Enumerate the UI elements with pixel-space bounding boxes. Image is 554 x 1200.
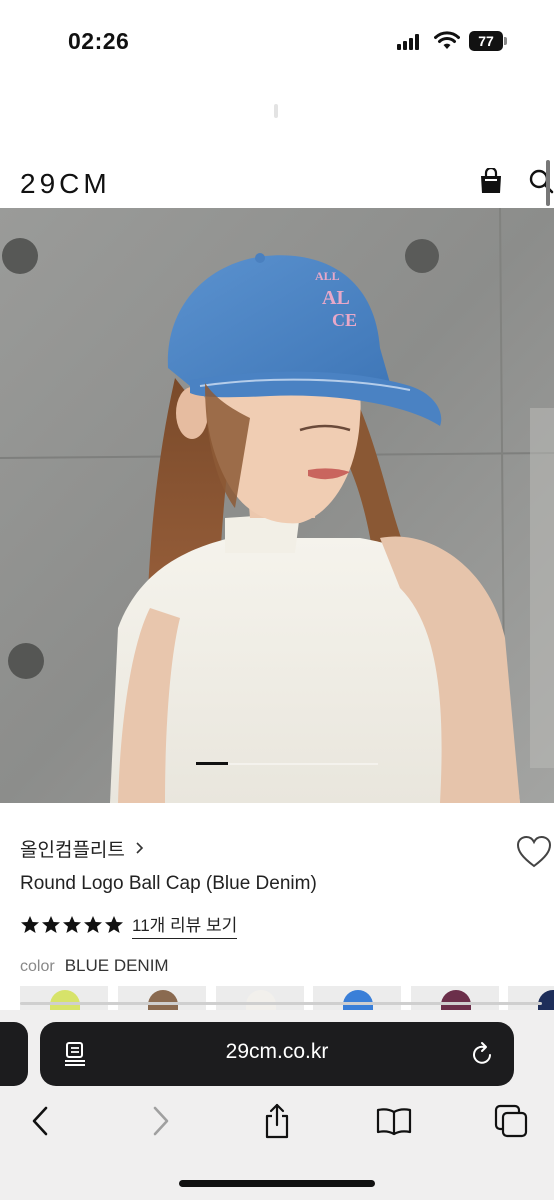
tabs-icon — [494, 1104, 528, 1138]
svg-text:ALL: ALL — [315, 269, 340, 283]
app-header: 29CM — [0, 156, 554, 208]
heart-icon[interactable] — [516, 835, 552, 869]
reload-icon[interactable] — [471, 1041, 495, 1067]
product-title: Round Logo Ball Cap (Blue Denim) — [20, 873, 317, 894]
status-bar: 02:26 77 — [0, 0, 554, 84]
bookmarks-button[interactable] — [374, 1100, 414, 1142]
star-icon — [21, 916, 39, 933]
star-icon — [42, 916, 60, 933]
wifi-icon — [434, 31, 460, 49]
pull-indicator — [274, 104, 278, 118]
product-image[interactable]: ALL AL CE — [0, 208, 554, 803]
share-button[interactable] — [257, 1100, 297, 1142]
review-link[interactable]: 11개 리뷰 보기 — [132, 911, 238, 939]
color-label: color — [20, 958, 55, 975]
color-value: BLUE DENIM — [64, 956, 169, 975]
share-icon — [265, 1103, 289, 1139]
star-icon — [84, 916, 102, 933]
svg-text:CE: CE — [332, 310, 357, 330]
bookmarks-icon — [376, 1108, 412, 1136]
back-icon — [32, 1106, 48, 1136]
tabs-button[interactable] — [491, 1100, 531, 1142]
page-scroll-indicator — [546, 160, 550, 206]
url-text[interactable]: 29cm.co.kr — [140, 1040, 414, 1064]
site-logo[interactable]: 29CM — [20, 168, 111, 200]
color-row: color BLUE DENIM — [20, 956, 169, 976]
forward-button[interactable] — [140, 1100, 180, 1142]
image-carousel-indicator — [196, 762, 228, 765]
star-rating — [20, 915, 124, 935]
battery-icon: 77 — [469, 31, 507, 51]
forward-icon — [153, 1106, 169, 1136]
svg-text:AL: AL — [322, 287, 350, 309]
brand-name: 올인컴플리트 — [20, 839, 125, 861]
battery-level: 77 — [469, 31, 503, 51]
star-icon — [105, 916, 123, 933]
rating-row: 11개 리뷰 보기 — [20, 911, 238, 939]
brand-link[interactable]: 올인컴플리트 — [20, 835, 145, 861]
star-icon — [63, 916, 81, 933]
back-button[interactable] — [21, 1100, 61, 1142]
product-photo: ALL AL CE — [0, 208, 554, 803]
home-indicator — [179, 1180, 375, 1187]
chevron-right-icon — [136, 842, 144, 854]
shopping-bag-icon[interactable] — [479, 168, 503, 194]
previous-tab-preview[interactable] — [0, 1022, 28, 1086]
swatch-scrollbar — [20, 1002, 542, 1005]
page-menu-icon[interactable] — [64, 1042, 86, 1066]
status-time: 02:26 — [68, 28, 130, 54]
cellular-signal-icon — [397, 34, 423, 50]
search-icon[interactable] — [528, 168, 554, 194]
